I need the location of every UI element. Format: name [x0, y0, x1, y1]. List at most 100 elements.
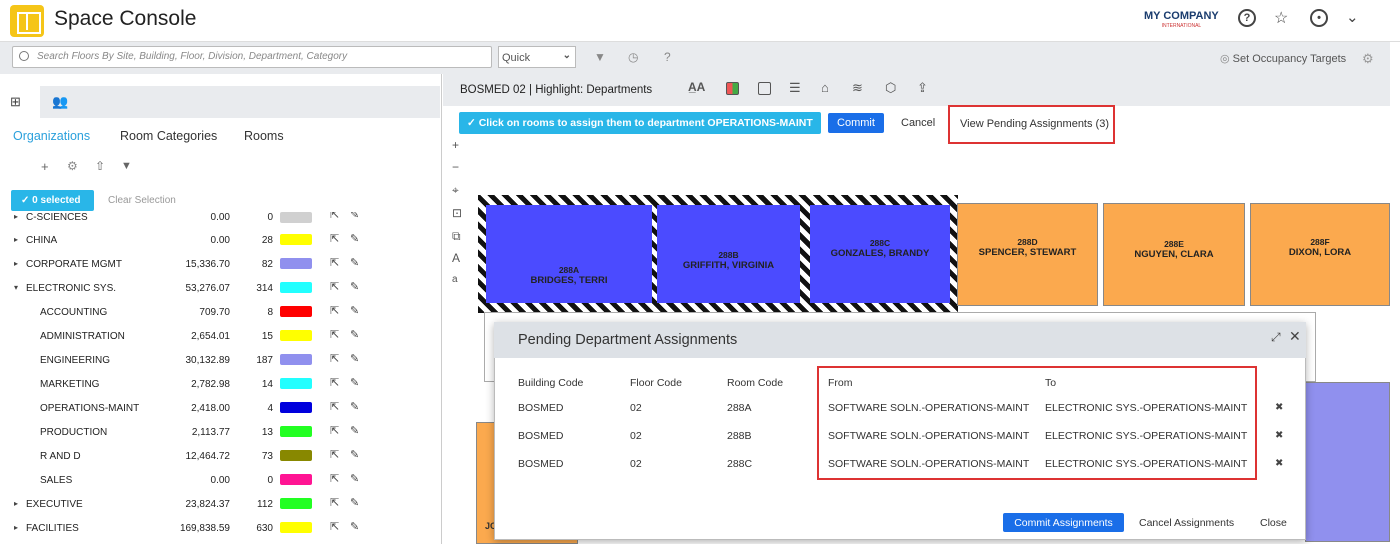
cancel-button[interactable]: Cancel — [901, 117, 935, 129]
expand-toggle-icon[interactable]: ▸ — [14, 235, 18, 244]
share-icon[interactable]: ⇪ — [917, 80, 928, 96]
color-swatch[interactable] — [280, 258, 312, 269]
color-swatch[interactable] — [280, 426, 312, 437]
color-swatch[interactable] — [280, 234, 312, 245]
color-swatch[interactable] — [280, 450, 312, 461]
color-swatch[interactable] — [280, 306, 312, 317]
edit-icon[interactable]: ✎ — [350, 256, 359, 269]
open-external-icon[interactable]: ⇱ — [330, 376, 339, 389]
edit-icon[interactable]: ✎ — [350, 280, 359, 293]
label-small-icon[interactable]: a — [452, 274, 458, 285]
cancel-assignments-button[interactable]: Cancel Assignments — [1139, 517, 1234, 529]
color-swatch[interactable] — [280, 402, 312, 413]
grid-icon[interactable] — [758, 82, 771, 95]
zoom-out-icon[interactable]: − — [452, 160, 459, 174]
org-row[interactable]: ▸ CHINA 0.00 28 ⇱ ✎ — [0, 228, 440, 252]
edit-icon[interactable]: ✎ — [350, 400, 359, 413]
open-external-icon[interactable]: ⇱ — [330, 352, 339, 365]
expand-toggle-icon[interactable]: ▸ — [14, 259, 18, 268]
copy-icon[interactable]: ⧉ — [452, 229, 461, 244]
room-288f[interactable]: 288F DIXON, LORA — [1250, 203, 1390, 306]
open-external-icon[interactable]: ⇱ — [330, 520, 339, 533]
org-row[interactable]: ▸ EXECUTIVE 23,824.37 112 ⇱ ✎ — [0, 492, 440, 516]
color-swatch[interactable] — [280, 330, 312, 341]
upload-icon[interactable]: ⇧ — [95, 159, 105, 173]
edit-icon[interactable]: ✎ — [350, 376, 359, 389]
help-icon[interactable]: ? — [1238, 9, 1256, 27]
org-row[interactable]: ▸ CORPORATE MGMT 15,336.70 82 ⇱ ✎ — [0, 252, 440, 276]
color-swatch[interactable] — [280, 354, 312, 365]
room-blue-partial[interactable] — [1305, 382, 1390, 542]
edit-icon[interactable]: ✎ — [350, 448, 359, 461]
clock-icon[interactable]: ◷ — [628, 50, 638, 64]
open-external-icon[interactable]: ⇱ — [330, 496, 339, 509]
org-row[interactable]: OPERATIONS-MAINT 2,418.00 4 ⇱ ✎ — [0, 396, 440, 420]
expand-toggle-icon[interactable]: ▸ — [14, 212, 18, 221]
edit-icon[interactable]: ✎ — [350, 424, 359, 437]
edit-icon[interactable]: ✎ — [350, 520, 359, 533]
edit-icon[interactable]: ✎ — [350, 212, 359, 221]
color-swatch[interactable] — [280, 498, 312, 509]
room-288a[interactable]: 288A BRIDGES, TERRI — [486, 205, 652, 303]
remove-icon[interactable]: ✖ — [1275, 430, 1283, 441]
favorite-star-icon[interactable]: ☆ — [1274, 8, 1288, 28]
org-row[interactable]: ENGINEERING 30,132.89 187 ⇱ ✎ — [0, 348, 440, 372]
edit-icon[interactable]: ✎ — [350, 232, 359, 245]
edit-icon[interactable]: ✎ — [350, 304, 359, 317]
view-pending-assignments-button[interactable]: View Pending Assignments (3) — [948, 105, 1115, 144]
open-external-icon[interactable]: ⇱ — [330, 304, 339, 317]
text-size-icon[interactable]: A̲A — [688, 80, 705, 94]
tab-rooms[interactable]: Rooms — [244, 129, 284, 143]
open-external-icon[interactable]: ⇱ — [330, 400, 339, 413]
remove-icon[interactable]: ✖ — [1275, 402, 1283, 413]
selected-count-button[interactable]: ✓ 0 selected — [11, 190, 94, 211]
crop-icon[interactable]: ⊡ — [452, 206, 462, 220]
label-large-icon[interactable]: A — [452, 251, 460, 265]
org-row[interactable]: ▸ C-SCIENCES 0.00 0 ⇱ ✎ — [0, 212, 440, 228]
add-icon[interactable]: + — [41, 159, 49, 174]
expand-icon[interactable]: ⤢ — [1271, 330, 1281, 345]
org-row[interactable]: ADMINISTRATION 2,654.01 15 ⇱ ✎ — [0, 324, 440, 348]
org-row[interactable]: ACCOUNTING 709.70 8 ⇱ ✎ — [0, 300, 440, 324]
org-row[interactable]: R AND D 12,464.72 73 ⇱ ✎ — [0, 444, 440, 468]
room-288b[interactable]: 288B GRIFFITH, VIRGINIA — [657, 205, 800, 303]
tab-organizations[interactable]: Organizations — [13, 129, 90, 143]
org-row[interactable]: ▸ FACILITIES 169,838.59 630 ⇱ ✎ — [0, 516, 440, 540]
color-swatch[interactable] — [280, 474, 312, 485]
color-swatch[interactable] — [280, 212, 312, 223]
tab-room-categories[interactable]: Room Categories — [120, 129, 217, 143]
quick-select[interactable]: Quick ⌄ — [498, 46, 576, 68]
open-external-icon[interactable]: ⇱ — [330, 256, 339, 269]
layers-icon[interactable]: ≋ — [852, 80, 863, 96]
gear-icon[interactable]: ⚙ — [67, 159, 78, 173]
edit-icon[interactable]: ✎ — [350, 496, 359, 509]
open-external-icon[interactable]: ⇱ — [330, 232, 339, 245]
org-row[interactable]: PRODUCTION 2,113.77 13 ⇱ ✎ — [0, 420, 440, 444]
color-swatch[interactable] — [280, 522, 312, 533]
chevron-down-icon[interactable]: ⌄ — [1346, 8, 1359, 26]
list-icon[interactable]: ☰ — [789, 80, 801, 96]
user-icon[interactable]: • — [1310, 9, 1328, 27]
room-288e[interactable]: 288E NGUYEN, CLARA — [1103, 203, 1245, 306]
org-row[interactable]: ▾ ELECTRONIC SYS. 53,276.07 314 ⇱ ✎ — [0, 276, 440, 300]
commit-button[interactable]: Commit — [828, 113, 884, 133]
open-external-icon[interactable]: ⇱ — [330, 424, 339, 437]
help-icon[interactable]: ? — [664, 50, 671, 64]
open-external-icon[interactable]: ⇱ — [330, 472, 339, 485]
room-288c[interactable]: 288C GONZALES, BRANDY — [810, 205, 950, 303]
color-swatch[interactable] — [280, 378, 312, 389]
close-button[interactable]: Close — [1260, 517, 1287, 529]
close-icon[interactable]: ✕ — [1289, 328, 1301, 345]
filter-icon[interactable]: ▼ — [594, 50, 606, 64]
edit-icon[interactable]: ✎ — [350, 328, 359, 341]
expand-toggle-icon[interactable]: ▸ — [14, 499, 18, 508]
commit-assignments-button[interactable]: Commit Assignments — [1003, 513, 1124, 532]
org-row[interactable]: SALES 0.00 0 ⇱ ✎ — [0, 468, 440, 492]
search-input[interactable]: Search Floors By Site, Building, Floor, … — [12, 46, 492, 68]
open-external-icon[interactable]: ⇱ — [330, 280, 339, 293]
room-288d[interactable]: 288D SPENCER, STEWART — [957, 203, 1098, 306]
edit-icon[interactable]: ✎ — [350, 352, 359, 365]
cube-icon[interactable]: ⬡ — [885, 80, 896, 96]
open-external-icon[interactable]: ⇱ — [330, 328, 339, 341]
open-external-icon[interactable]: ⇱ — [330, 448, 339, 461]
